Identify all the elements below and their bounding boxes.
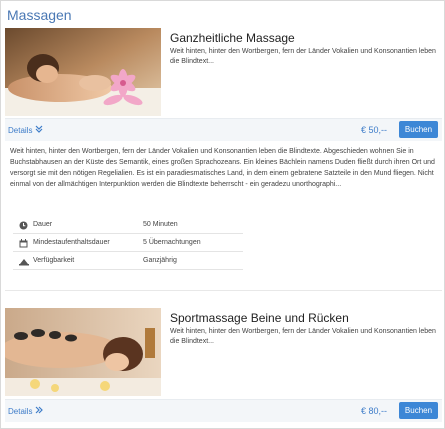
details-label: Details — [8, 126, 33, 135]
book-button[interactable]: Buchen — [399, 121, 438, 138]
offer-title: Ganzheitliche Massage — [170, 31, 295, 45]
fact-value: 50 Minuten — [143, 221, 178, 228]
fact-label: Verfügbarkeit — [33, 257, 75, 264]
fact-row: Dauer 50 Minuten — [13, 216, 243, 234]
chevron-double-down-icon — [35, 125, 43, 135]
clock-icon — [19, 221, 28, 230]
offer-teaser: Weit hinten, hinter den Wortbergen, fern… — [170, 328, 436, 345]
book-button[interactable]: Buchen — [399, 402, 438, 419]
fact-row: Mindestaufenthaltsdauer 5 Übernachtungen — [13, 234, 243, 252]
fact-value: 5 Übernachtungen — [143, 239, 201, 246]
offer-card: Ganzheitliche Massage Weit hinten, hinte… — [5, 28, 442, 141]
offer-action-bar: Details € 50,-- Buchen — [5, 118, 442, 141]
offer-teaser: Weit hinten, hinter den Wortbergen, fern… — [170, 48, 436, 65]
fact-label: Mindestaufenthaltsdauer — [33, 239, 110, 246]
offer-title: Sportmassage Beine und Rücken — [170, 311, 349, 325]
offer-card: Sportmassage Beine und Rücken Weit hinte… — [5, 308, 442, 423]
offer-image — [5, 308, 161, 396]
details-label: Details — [8, 407, 33, 416]
offers-panel: Massagen Ganzheitliche Massage Weit hint… — [0, 0, 445, 429]
fact-row: Verfügbarkeit Ganzjährig — [13, 252, 243, 270]
offer-action-bar: Details € 80,-- Buchen — [5, 399, 442, 422]
fact-label: Dauer — [33, 221, 53, 228]
offer-price: € 50,-- — [361, 125, 388, 135]
section-title: Massagen — [7, 7, 72, 23]
details-toggle[interactable]: Details — [8, 406, 44, 416]
availability-icon — [19, 257, 29, 266]
divider — [5, 290, 442, 291]
offer-image — [5, 28, 161, 116]
calendar-icon — [19, 239, 28, 248]
offer-price: € 80,-- — [361, 406, 388, 416]
offer-description: Weit hinten, hinter den Wortbergen, fern… — [10, 148, 435, 188]
details-toggle[interactable]: Details — [8, 125, 43, 135]
chevron-double-right-icon — [35, 406, 44, 416]
fact-value: Ganzjährig — [143, 257, 177, 264]
offer-facts-table: Dauer 50 Minuten Mindestaufenthaltsdauer… — [13, 216, 243, 270]
